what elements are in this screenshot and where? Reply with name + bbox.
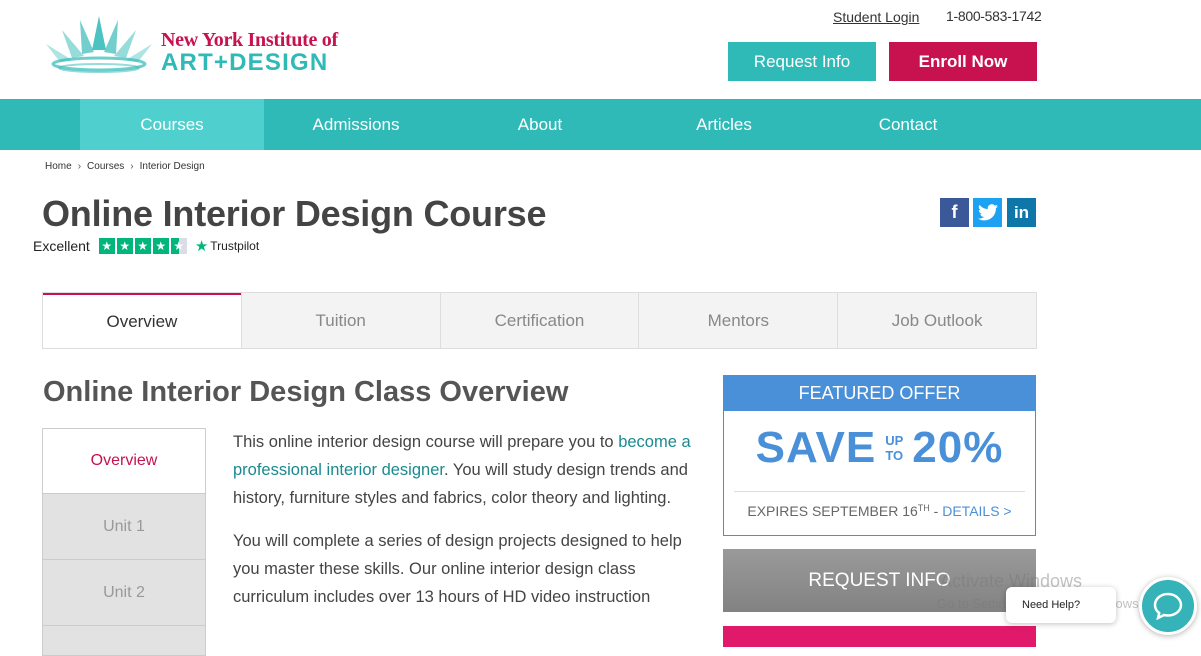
unit-item-1[interactable]: Unit 1 [42,494,206,560]
offer-up: UP [885,433,904,448]
chat-button[interactable] [1139,577,1197,635]
unit-item-overview[interactable]: Overview [42,428,206,494]
breadcrumb-courses[interactable]: Courses [87,161,124,172]
site-header: New York Institute of ART+DESIGN Student… [0,0,1201,99]
offer-save: SAVE UP TO 20% [724,423,1035,473]
nav-item-admissions[interactable]: Admissions [264,99,448,150]
trustpilot-star-icon: ★ [194,238,209,255]
logo[interactable]: New York Institute of ART+DESIGN [42,14,362,76]
star-icon: ★ [116,238,133,254]
offer-expires-sup: TH [917,503,930,513]
chat-icon [1153,592,1183,620]
nav-item-about[interactable]: About [448,99,632,150]
chevron-right-icon: › [77,161,82,172]
main-nav: Courses Admissions About Articles Contac… [0,99,1201,150]
offer-divider [734,491,1025,492]
tab-overview[interactable]: Overview [43,293,241,348]
star-icon: ★ [134,238,151,254]
need-help-bubble[interactable]: Need Help? [1006,587,1116,623]
offer-percent: 20% [912,423,1004,472]
overview-paragraph-1: This online interior design course will … [233,428,703,512]
request-info-button[interactable]: Request Info [728,42,876,81]
nav-item-articles[interactable]: Articles [632,99,816,150]
facebook-icon[interactable]: f [940,198,969,227]
overview-paragraph-2: You will complete a series of design pro… [233,532,682,606]
linkedin-icon[interactable]: in [1007,198,1036,227]
breadcrumb: Home › Courses › Interior Design [45,161,205,172]
paragraph-text: This online interior design course will … [233,433,619,451]
breadcrumb-current: Interior Design [139,161,205,172]
offer-expires-text: EXPIRES SEPTEMBER 16 [747,503,918,519]
overview-text: This online interior design course will … [233,428,703,626]
chevron-right-icon: › [130,161,134,172]
unit-item-next[interactable] [42,626,206,656]
featured-offer: FEATURED OFFER SAVE UP TO 20% EXPIRES SE… [723,375,1036,536]
student-login-link[interactable]: Student Login [833,9,919,25]
logo-subtitle: ART+DESIGN [161,49,329,76]
tab-mentors[interactable]: Mentors [638,293,838,348]
offer-details-link[interactable]: DETAILS > [942,503,1011,519]
logo-crown-icon [46,16,152,73]
enroll-large-button[interactable] [723,626,1036,647]
offer-header: FEATURED OFFER [724,376,1035,411]
star-half-icon: ★ [170,238,187,254]
nav-item-courses[interactable]: Courses [80,99,264,150]
trustpilot-name: Trustpilot [210,239,260,253]
breadcrumb-home[interactable]: Home [45,161,72,172]
offer-save-label: SAVE [755,423,877,472]
phone-number[interactable]: 1-800-583-1742 [946,8,1042,24]
tab-job-outlook[interactable]: Job Outlook [837,293,1036,348]
enroll-now-button[interactable]: Enroll Now [889,42,1037,81]
star-icon: ★ [98,238,115,254]
tab-tuition[interactable]: Tuition [240,293,440,348]
star-icon: ★ [152,238,169,254]
rating-stars: ★ ★ ★ ★ ★ [98,238,187,254]
offer-upto: UP TO [885,433,903,463]
twitter-icon[interactable] [973,198,1002,227]
unit-item-2[interactable]: Unit 2 [42,560,206,626]
page-title: Online Interior Design Course [42,193,547,234]
tab-certification[interactable]: Certification [439,293,639,348]
offer-to: TO [885,448,904,463]
offer-expires: EXPIRES SEPTEMBER 16TH - DETAILS > [724,503,1035,519]
rating-label: Excellent [33,238,90,254]
nav-item-contact[interactable]: Contact [816,99,1000,150]
course-tabs: Overview Tuition Certification Mentors J… [42,292,1037,349]
unit-list: Overview Unit 1 Unit 2 [42,428,206,656]
trustpilot-logo: ★ Trustpilot [195,237,259,255]
section-title: Online Interior Design Class Overview [43,376,569,408]
trustpilot-rating[interactable]: Excellent ★ ★ ★ ★ ★ ★ Trustpilot [33,236,259,256]
offer-dash: - [929,503,943,519]
